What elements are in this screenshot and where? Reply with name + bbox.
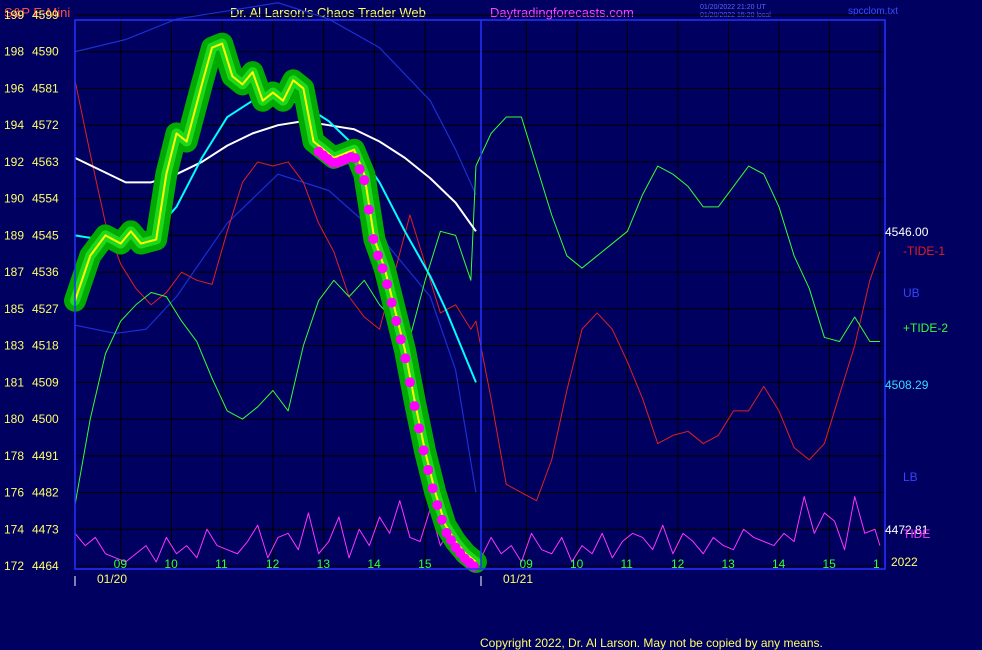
price-marker-dot [395,334,406,345]
y-tick-price: 4563 [32,155,59,169]
date-label: 01/21 [503,572,533,586]
price-marker-dot [368,233,379,244]
price-marker-dot [391,315,402,326]
chart-title: Dr. Al Larson's Chaos Trader Web [230,5,426,20]
y-tick-price: 4509 [32,375,59,389]
chart-canvas: S&P E-Mini Dr. Al Larson's Chaos Trader … [4,2,948,650]
price-marker-dot [372,250,383,261]
series-layer [64,2,881,573]
y-tick-price: 4482 [32,486,59,500]
year-label: 2022 [891,555,918,569]
price-marker-dot [418,445,429,456]
price-marker-dot [363,204,374,215]
tide-label: TIDE [903,527,930,541]
price-marker-dot [423,464,434,475]
date-label: 01/20 [97,572,127,586]
timestamp-ut: 01/20/2022 21:20 UT [700,4,766,11]
y-tick-points: 194 [4,118,24,132]
site-label: Daytradingforecasts.com [490,5,634,20]
y-tick-points: 178 [4,449,24,463]
y-tick-points: 185 [4,302,24,316]
price-marker-dot [382,279,393,290]
y-tick-price: 4581 [32,81,59,95]
ma-value-label: 4508.29 [885,378,929,392]
price-marker-dot [359,175,370,186]
series-line-tide2 [74,116,880,505]
copyright: Copyright 2022, Dr. Al Larson. May not b… [480,636,823,650]
y-tick-points: 198 [4,45,24,59]
price-marker-dot [427,483,438,494]
y-tick-points: 190 [4,192,24,206]
price-marker-dot [436,514,447,525]
price-marker-dot [414,423,425,434]
price-marker-dot [432,500,443,511]
y-tick-price: 4572 [32,118,59,132]
y-tick-price: 4527 [32,302,59,316]
y-tick-price: 4554 [32,192,59,206]
ub-value-label: 4546.00 [885,225,929,239]
y-tick-price: 4500 [32,412,59,426]
tide2-label: +TIDE-2 [903,321,948,335]
y-tick-price: 4491 [32,449,59,463]
price-marker-dot [468,561,479,572]
y-tick-points: 172 [4,559,24,573]
y-tick-points: 180 [4,412,24,426]
y-tick-points: 176 [4,486,24,500]
price-marker-dot [404,377,415,388]
price-glow-outer [64,32,487,573]
lb-label: LB [903,470,918,484]
y-tick-points: 181 [4,375,24,389]
y-tick-price: 4599 [32,8,59,22]
price-marker-dot [400,353,411,364]
series-line-price [74,42,477,563]
y-tick-price: 4464 [32,559,59,573]
ub-label: UB [903,286,920,300]
y-tick-price: 4536 [32,265,59,279]
price-marker-dot [386,297,397,308]
y-tick-points: 174 [4,522,24,536]
y-tick-price: 4473 [32,522,59,536]
price-marker-dot [377,263,388,274]
tide1-label: -TIDE-1 [903,244,945,258]
price-marker-dot [354,164,365,175]
y-tick-price: 4590 [32,45,59,59]
price-marker-dot [409,401,420,412]
y-tick-price: 4545 [32,228,59,242]
price-marker-dot [350,153,361,164]
y-tick-points: 183 [4,339,24,353]
y-axis-labels: 199 4599 198 4590 196 4581 194 4572 192 4563 190 45… [4,8,59,573]
y-tick-points: 189 [4,228,24,242]
y-tick-points: 192 [4,155,24,169]
y-tick-price: 4518 [32,339,59,353]
y-tick-points: 196 [4,81,24,95]
price-glow-inner [70,38,481,567]
y-tick-points: 187 [4,265,24,279]
y-tick-points: 199 [4,8,24,22]
